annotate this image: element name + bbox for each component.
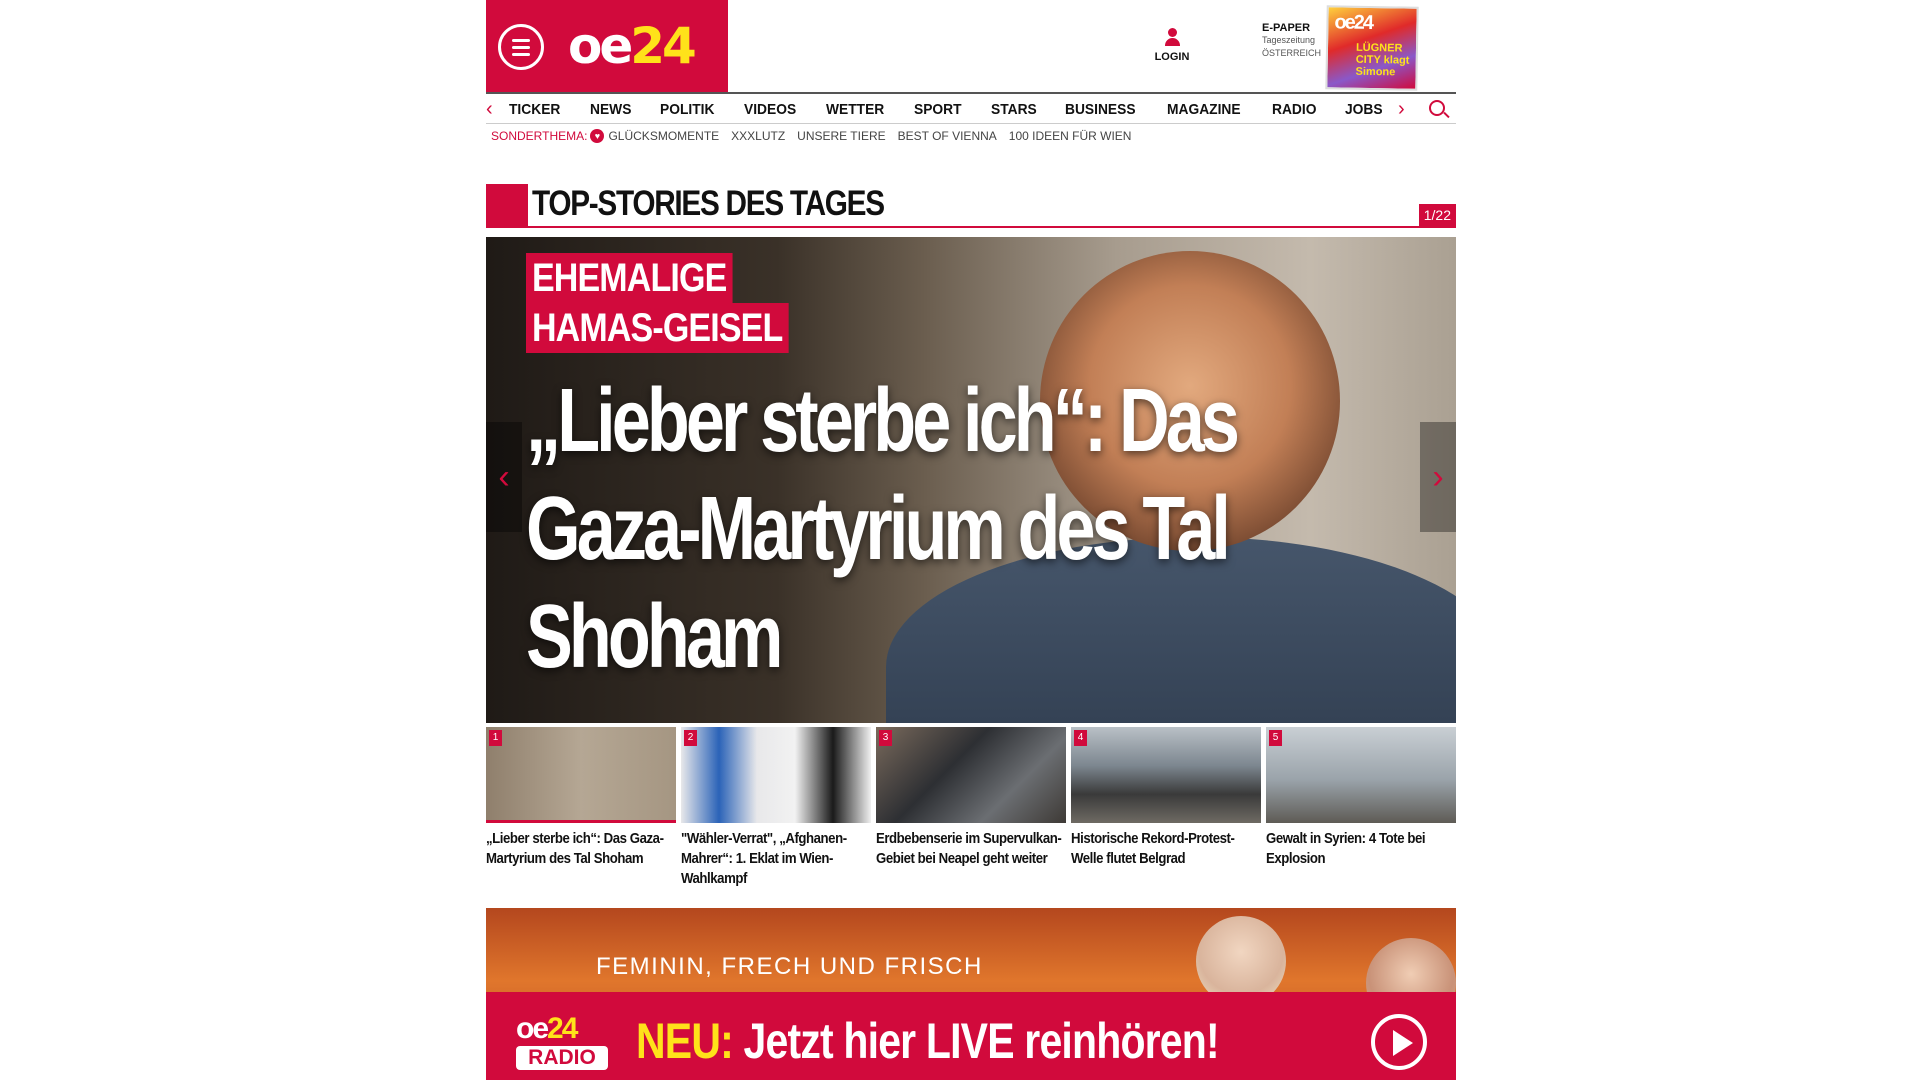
logo-text-oe: oe bbox=[568, 17, 633, 75]
slide-counter: 1/22 bbox=[1418, 204, 1456, 228]
hero-kicker: EHEMALIGE HAMAS-GEISEL bbox=[526, 253, 835, 353]
hero-headline[interactable]: „Lieber sterbe ich“: Das Gaza-Martyrium … bbox=[526, 367, 1251, 691]
radio-tagline: FEMININ, FRECH UND FRISCH bbox=[596, 953, 983, 980]
section-accent-bar bbox=[486, 184, 528, 228]
nav-scroll-right-icon[interactable]: › bbox=[1398, 98, 1405, 121]
nav-item-videos[interactable]: VIDEOS bbox=[744, 101, 796, 118]
nav-item-business[interactable]: BUSINESS bbox=[1065, 101, 1136, 118]
nav-list: TICKER NEWS POLITIK VIDEOS WETTER SPORT STARS B… bbox=[509, 101, 1411, 118]
heart-icon: ♥ bbox=[590, 129, 605, 143]
sub-nav-item[interactable]: 100 IDEEN FÜR WIEN bbox=[1009, 129, 1132, 143]
sub-nav-item[interactable]: UNSERE TIERE bbox=[797, 129, 885, 143]
login-button[interactable]: LOGIN bbox=[1150, 28, 1194, 63]
logo-text-24: 24 bbox=[630, 17, 697, 75]
sub-nav-item[interactable]: GLÜCKSMOMENTE bbox=[608, 129, 719, 143]
nav-item-stars[interactable]: STARS bbox=[991, 101, 1037, 118]
nav-item-magazine[interactable]: MAGAZINE bbox=[1167, 101, 1241, 118]
radio-cta-neu: NEU: bbox=[636, 1013, 734, 1069]
nav-scroll-left-icon[interactable]: ‹ bbox=[486, 98, 493, 121]
logo-block: oe24 bbox=[486, 0, 728, 92]
nav-item-politik[interactable]: POLITIK bbox=[660, 101, 714, 118]
nav-item-sport[interactable]: SPORT bbox=[914, 101, 962, 118]
slider-next-icon[interactable]: › bbox=[1420, 422, 1456, 532]
main-nav: ‹ TICKER NEWS POLITIK VIDEOS WETTER SPORT STAR… bbox=[486, 92, 1456, 124]
sub-nav-list: GLÜCKSMOMENTE XXXLUTZ UNSERE TIERE BEST OF … bbox=[608, 129, 1143, 143]
page: oe24 LOGIN E-PAPER Tageszeitung ÖSTERREI… bbox=[0, 0, 1920, 1080]
story-thumb[interactable]: 3 Erdbebenserie im Supervulkan-Gebiet bei… bbox=[876, 727, 1066, 869]
story-thumb-number: 3 bbox=[879, 730, 892, 746]
hamburger-menu-icon[interactable] bbox=[498, 24, 544, 70]
story-thumb-image: 1 bbox=[486, 727, 676, 823]
radio-logo: oe24 RADIO bbox=[516, 1012, 608, 1070]
epaper-title: E-PAPER bbox=[1262, 22, 1311, 34]
top-stories-header: TOP-STORIES DES TAGES 1/22 bbox=[486, 184, 1456, 228]
nav-item-wetter[interactable]: WETTER bbox=[826, 101, 884, 118]
nav-item-ticker[interactable]: TICKER bbox=[509, 101, 560, 118]
radio-cta-text: Jetzt hier LIVE reinhören! bbox=[743, 1013, 1220, 1069]
radio-logo-oe: oe bbox=[516, 1012, 549, 1045]
radio-logo-24: 24 bbox=[547, 1012, 578, 1045]
epaper-cover-logo: oe24 bbox=[1334, 11, 1373, 34]
story-thumb-number: 5 bbox=[1269, 730, 1282, 746]
story-thumb-caption: „Lieber sterbe ich“: Das Gaza-Martyrium … bbox=[486, 830, 664, 867]
slider-prev-icon[interactable]: ‹ bbox=[486, 422, 522, 532]
story-thumb-caption: Historische Rekord-Protest-Welle flutet … bbox=[1071, 830, 1235, 867]
kicker-line-1: EHEMALIGE bbox=[526, 253, 733, 303]
section-title: TOP-STORIES DES TAGES bbox=[532, 184, 885, 223]
nav-item-news[interactable]: NEWS bbox=[590, 101, 631, 118]
epaper-subtitle: Tageszeitung bbox=[1262, 35, 1316, 45]
story-thumb-image: 3 bbox=[876, 727, 1066, 823]
radio-cta-strip: oe24 RADIO NEU: Jetzt hier LIVE reinhöre… bbox=[486, 992, 1456, 1080]
story-thumb-caption: Gewalt in Syrien: 4 Tote bei Explosion bbox=[1266, 830, 1426, 867]
story-thumb-image: 4 bbox=[1071, 727, 1261, 823]
section-underline bbox=[528, 226, 1456, 228]
story-thumb-image: 2 bbox=[681, 727, 871, 823]
nav-item-radio[interactable]: RADIO bbox=[1272, 101, 1316, 118]
login-label: LOGIN bbox=[1154, 51, 1190, 63]
site-logo[interactable]: oe24 bbox=[568, 14, 697, 78]
search-icon[interactable] bbox=[1429, 100, 1445, 116]
epaper-cover-headline: LÜGNER CITY klagt Simone bbox=[1355, 41, 1410, 79]
sub-nav: SONDERTHEMA: ♥ GLÜCKSMOMENTE XXXLUTZ UNSER… bbox=[491, 129, 1143, 143]
radio-cta[interactable]: NEU: Jetzt hier LIVE reinhören! bbox=[636, 1012, 1220, 1070]
story-thumbnails: 1 „Lieber sterbe ich“: Das Gaza-Martyrium… bbox=[486, 727, 1456, 897]
story-thumb[interactable]: 5 Gewalt in Syrien: 4 Tote bei Explosion bbox=[1266, 727, 1456, 869]
story-thumb-number: 4 bbox=[1074, 730, 1087, 746]
story-thumb-number: 1 bbox=[489, 730, 502, 746]
nav-item-jobs[interactable]: JOBS bbox=[1345, 101, 1383, 118]
site-header: oe24 LOGIN E-PAPER Tageszeitung ÖSTERREI… bbox=[486, 0, 1456, 92]
epaper-link[interactable]: E-PAPER Tageszeitung ÖSTERREICH bbox=[1262, 22, 1328, 60]
story-thumb[interactable]: 1 „Lieber sterbe ich“: Das Gaza-Martyrium… bbox=[486, 727, 676, 869]
story-thumb-caption: Erdbebenserie im Supervulkan-Gebiet bei … bbox=[876, 830, 1062, 867]
user-icon bbox=[1165, 28, 1180, 48]
story-thumb[interactable]: 4 Historische Rekord-Protest-Welle flutet… bbox=[1071, 727, 1261, 869]
story-thumb-number: 2 bbox=[684, 730, 697, 746]
sub-nav-item[interactable]: BEST OF VIENNA bbox=[898, 129, 997, 143]
story-thumb[interactable]: 2 "Wähler-Verrat", „Afghanen-Mahrer“: 1. … bbox=[681, 727, 871, 889]
kicker-line-2: HAMAS-GEISEL bbox=[526, 303, 789, 353]
story-thumb-caption: "Wähler-Verrat", „Afghanen-Mahrer“: 1. E… bbox=[681, 830, 847, 887]
hero-slide[interactable]: EHEMALIGE HAMAS-GEISEL „Lieber sterbe ic… bbox=[486, 237, 1456, 723]
content-column: oe24 LOGIN E-PAPER Tageszeitung ÖSTERREI… bbox=[486, 0, 1456, 1080]
sonderthema-label: SONDERTHEMA: bbox=[491, 129, 588, 143]
radio-logo-label: RADIO bbox=[516, 1046, 608, 1070]
epaper-country: ÖSTERREICH bbox=[1262, 48, 1322, 58]
epaper-cover-image[interactable]: oe24 LÜGNER CITY klagt Simone bbox=[1325, 5, 1419, 91]
sub-nav-item[interactable]: XXXLUTZ bbox=[731, 129, 785, 143]
radio-banner[interactable]: FEMININ, FRECH UND FRISCH oe24 RADIO NEU… bbox=[486, 908, 1456, 1080]
story-thumb-image: 5 bbox=[1266, 727, 1456, 823]
play-icon[interactable] bbox=[1371, 1014, 1427, 1070]
